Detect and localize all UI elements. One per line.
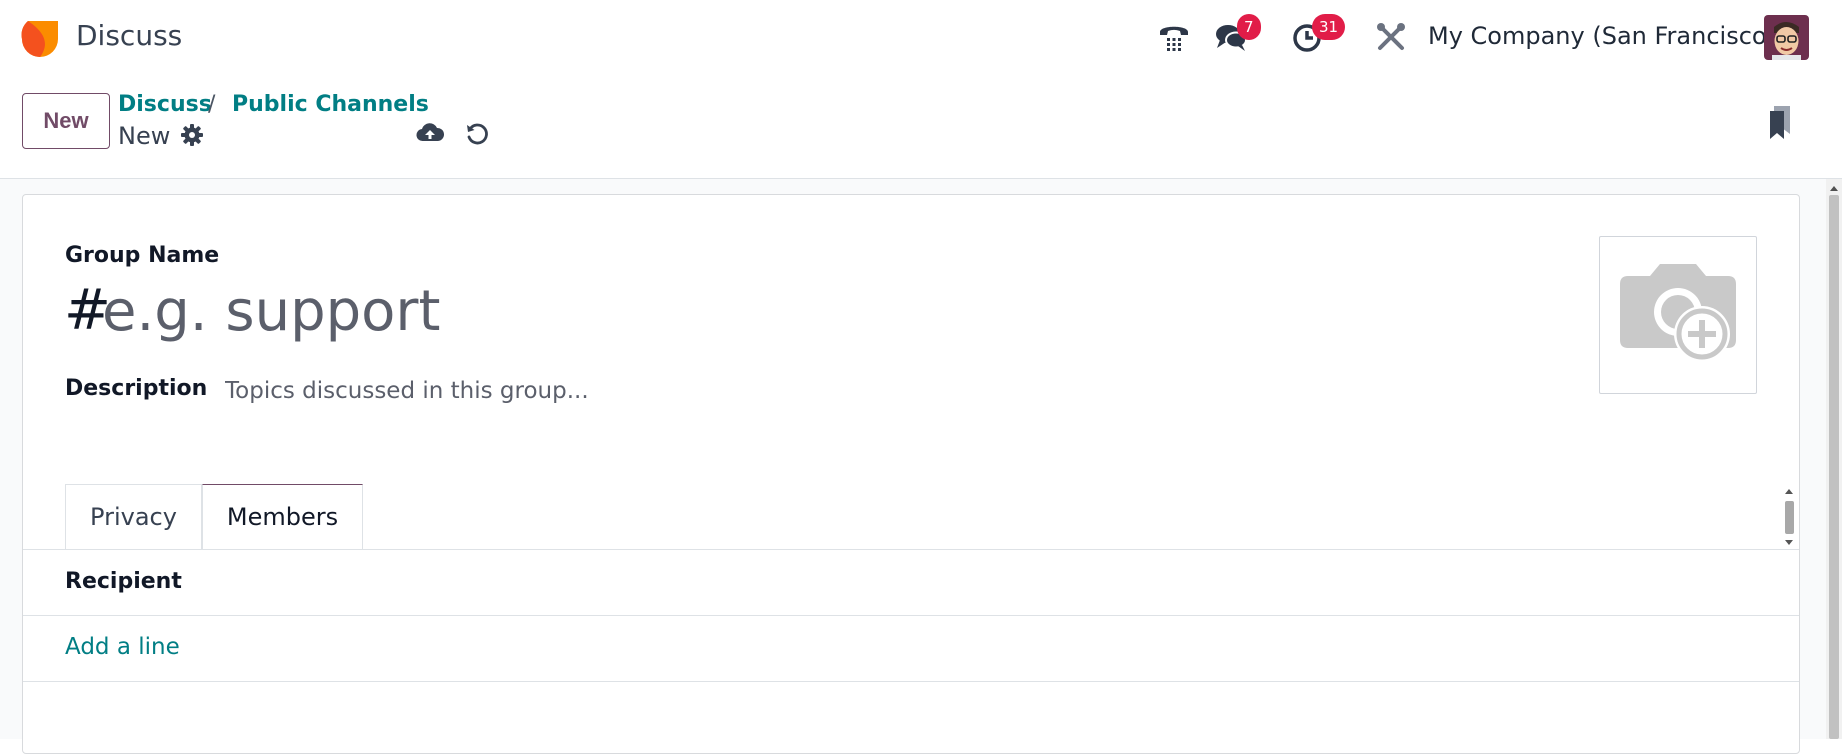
- list-divider: [23, 615, 1799, 616]
- group-name-input[interactable]: [102, 276, 1002, 346]
- breadcrumb-discuss[interactable]: Discuss: [118, 92, 212, 117]
- breadcrumb-public-channels[interactable]: Public Channels: [232, 92, 429, 117]
- description-label: Description: [65, 376, 208, 401]
- discard-undo-icon[interactable]: [465, 122, 489, 150]
- app-title[interactable]: Discuss: [76, 19, 182, 52]
- debug-tools-icon[interactable]: [1374, 20, 1408, 54]
- activities-badge: 31: [1312, 14, 1346, 40]
- user-avatar[interactable]: [1764, 15, 1809, 60]
- channel-image-upload[interactable]: [1599, 236, 1757, 394]
- save-cloud-icon[interactable]: [416, 121, 445, 149]
- record-name: New: [118, 122, 171, 150]
- odoo-app-logo[interactable]: [20, 19, 60, 57]
- breadcrumb-separator: /: [208, 92, 216, 117]
- group-name-label: Group Name: [65, 243, 220, 268]
- tab-area-scrollbar[interactable]: [1782, 486, 1796, 548]
- gear-icon[interactable]: [181, 124, 203, 150]
- new-button[interactable]: New: [22, 93, 110, 149]
- add-a-line-link[interactable]: Add a line: [65, 634, 180, 660]
- top-navbar: Discuss 7 31 My Company (San Francisco): [0, 0, 1842, 75]
- company-switcher[interactable]: My Company (San Francisco): [1428, 22, 1776, 50]
- messages-badge: 7: [1237, 14, 1261, 40]
- bookmark-icon[interactable]: [1768, 106, 1792, 144]
- list-divider: [23, 681, 1799, 682]
- description-input[interactable]: [225, 374, 1025, 408]
- tab-members[interactable]: Members: [202, 484, 363, 550]
- tab-divider: [23, 549, 1799, 550]
- phone-icon[interactable]: [1157, 20, 1191, 54]
- camera-add-icon: [1620, 264, 1736, 362]
- recipient-column-header[interactable]: Recipient: [65, 569, 182, 594]
- tab-privacy[interactable]: Privacy: [65, 484, 202, 550]
- page-scrollbar[interactable]: [1826, 179, 1842, 739]
